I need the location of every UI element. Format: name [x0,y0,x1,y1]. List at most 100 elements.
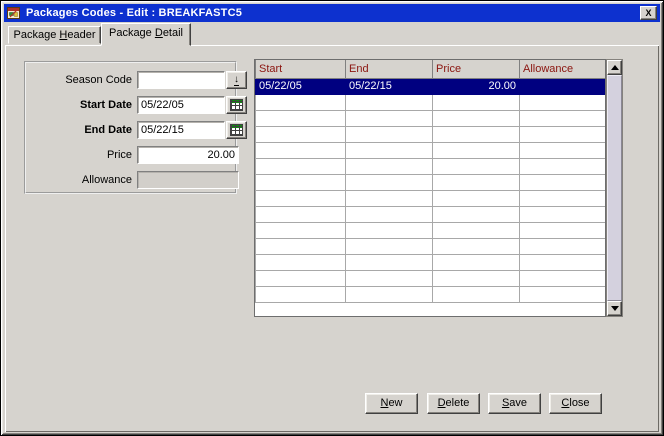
table-cell[interactable] [256,206,346,222]
table-cell[interactable] [520,206,606,222]
tab-label-accel: D [155,27,163,39]
tab-package-header[interactable]: Package Header [8,26,101,44]
start-date-label: Start Date [46,99,137,111]
table-cell[interactable] [346,174,433,190]
scroll-down-icon[interactable] [607,301,622,316]
table-cell[interactable] [256,190,346,206]
season-code-label: Season Code [46,74,137,86]
table-cell[interactable] [433,126,520,142]
scrollbar-thumb[interactable] [607,75,622,301]
table-cell[interactable] [433,222,520,238]
table-row[interactable] [256,270,606,286]
delete-button[interactable]: Delete [427,393,480,414]
table-cell[interactable] [256,158,346,174]
table-cell[interactable] [433,190,520,206]
table-cell[interactable] [433,286,520,302]
table-cell[interactable] [520,142,606,158]
end-date-input[interactable] [137,121,225,139]
table-cell[interactable] [520,190,606,206]
table-row[interactable] [256,286,606,302]
table-cell[interactable] [346,206,433,222]
table-row[interactable]: 05/22/0505/22/1520.00 [256,78,606,94]
table-cell[interactable] [346,238,433,254]
detail-table: StartEndPriceAllowance 05/22/0505/22/152… [254,59,606,317]
table-cell[interactable] [520,110,606,126]
close-button[interactable]: Close [549,393,602,414]
tab-label: Package [14,29,60,41]
table-cell[interactable] [346,190,433,206]
table-cell[interactable] [346,254,433,270]
table-cell[interactable] [520,158,606,174]
table-vertical-scrollbar[interactable] [606,59,623,317]
table-cell[interactable]: 05/22/15 [346,78,433,94]
save-button[interactable]: Save [488,393,541,414]
table-row[interactable] [256,254,606,270]
scroll-up-icon[interactable] [607,60,622,75]
table-cell[interactable] [346,126,433,142]
new-button[interactable]: New [365,393,418,414]
table-row[interactable] [256,94,606,110]
table-cell[interactable] [346,158,433,174]
table-cell[interactable] [256,126,346,142]
table-cell[interactable] [520,270,606,286]
table-cell[interactable] [520,94,606,110]
season-code-lov-button[interactable]: ↓ [226,71,247,89]
table-cell[interactable] [433,270,520,286]
table-row[interactable] [256,206,606,222]
price-input[interactable] [137,146,239,164]
start-date-input[interactable] [137,96,225,114]
table-cell[interactable] [256,110,346,126]
tab-package-detail[interactable]: Package Detail [101,23,191,46]
season-code-row: Season Code ↓ [46,71,247,89]
table-cell[interactable] [256,94,346,110]
calendar-icon [230,99,243,111]
table-cell[interactable] [433,206,520,222]
window-title: Packages Codes - Edit : BREAKFASTC5 [26,7,640,19]
table-cell[interactable] [433,94,520,110]
table-row[interactable] [256,174,606,190]
start-date-calendar-button[interactable] [226,96,247,114]
table-row[interactable] [256,142,606,158]
table-cell[interactable] [433,110,520,126]
table-cell[interactable] [346,142,433,158]
table-cell[interactable] [256,286,346,302]
table-cell[interactable]: 20.00 [433,78,520,94]
table-cell[interactable] [256,238,346,254]
table-row[interactable] [256,126,606,142]
table-cell[interactable] [520,222,606,238]
package-detail-panel: Season Code ↓ Start Date End Date [5,45,659,432]
table-row[interactable] [256,238,606,254]
table-cell[interactable] [433,238,520,254]
table-row[interactable] [256,158,606,174]
table-cell[interactable] [256,254,346,270]
table-cell[interactable] [433,254,520,270]
table-cell[interactable] [256,142,346,158]
close-icon[interactable]: X [640,6,657,20]
table-cell[interactable] [346,270,433,286]
table-cell[interactable] [520,126,606,142]
table-cell[interactable] [256,270,346,286]
table-cell[interactable] [256,222,346,238]
table-cell[interactable] [520,238,606,254]
table-cell[interactable] [433,142,520,158]
table-row[interactable] [256,190,606,206]
table-cell[interactable] [346,110,433,126]
table-cell[interactable] [256,174,346,190]
table-row[interactable] [256,110,606,126]
table-cell[interactable] [520,254,606,270]
allowance-label: Allowance [46,174,137,186]
season-code-input[interactable] [137,71,225,89]
table-cell[interactable] [346,94,433,110]
table-cell[interactable] [346,222,433,238]
end-date-calendar-button[interactable] [226,121,247,139]
table-cell[interactable] [520,174,606,190]
table-cell[interactable] [520,78,606,94]
table-cell[interactable] [346,286,433,302]
table-cell[interactable] [520,286,606,302]
price-label: Price [46,149,137,161]
table-row[interactable] [256,222,606,238]
table-cell[interactable]: 05/22/05 [256,78,346,94]
table-cell[interactable] [433,174,520,190]
titlebar[interactable]: Packages Codes - Edit : BREAKFASTC5 X [4,4,660,22]
table-cell[interactable] [433,158,520,174]
